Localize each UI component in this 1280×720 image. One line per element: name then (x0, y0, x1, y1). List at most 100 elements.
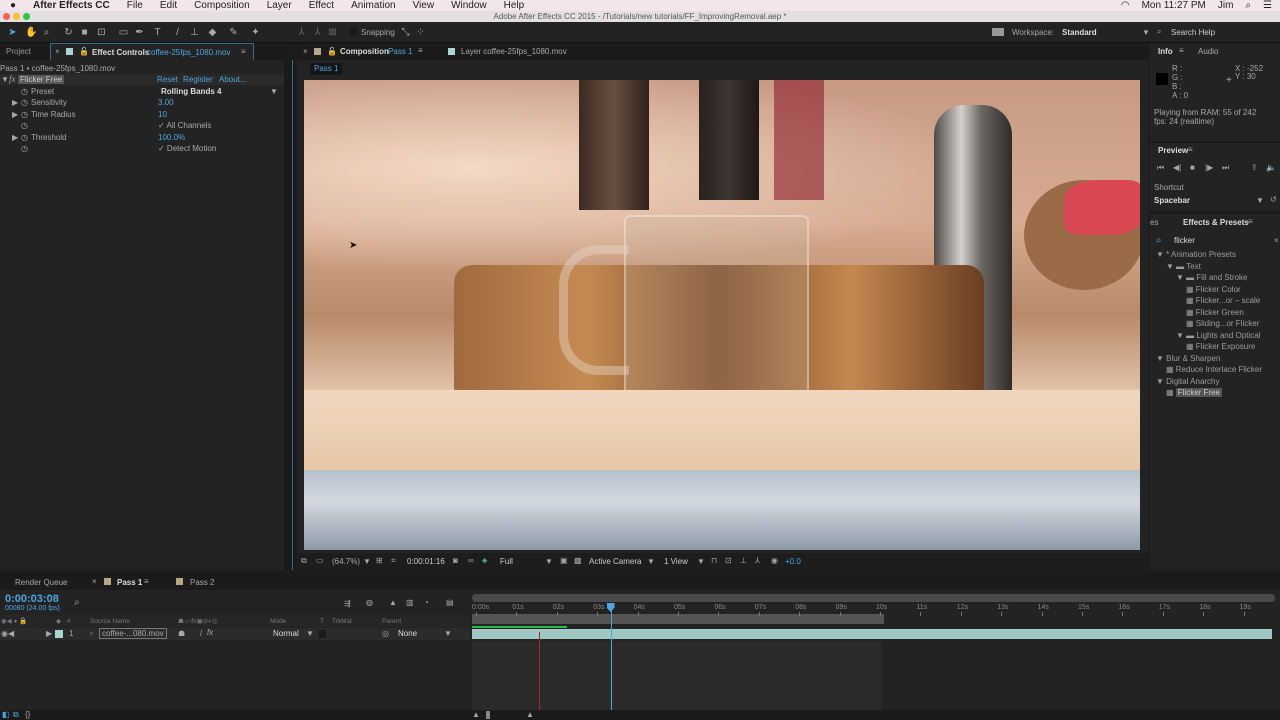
composition-frame[interactable]: ➤ (304, 80, 1140, 550)
close-tab-icon[interactable]: × (55, 47, 60, 56)
reset-link[interactable]: Reset (157, 74, 178, 85)
close-tab-icon[interactable]: × (92, 577, 97, 586)
stopwatch-icon[interactable]: ◷ (21, 97, 28, 108)
workspace-select[interactable]: Standard (1062, 28, 1097, 37)
mode-select[interactable]: Normal (273, 629, 299, 638)
layer-duration-bar[interactable] (472, 629, 1272, 639)
expand-icon[interactable]: ▶ (12, 97, 18, 108)
graph-editor-icon[interactable]: ▤ (446, 598, 454, 607)
brackets-icon[interactable]: {} (25, 710, 30, 719)
minimize-window-button[interactable] (13, 13, 20, 20)
chevron-down-icon[interactable]: ▼ (697, 557, 705, 566)
fast-previews-icon[interactable]: ⊡ (725, 556, 732, 565)
tab-composition[interactable]: Composition (340, 47, 389, 56)
detect-motion-checkbox[interactable]: ✓ Detect Motion (158, 143, 216, 154)
tab-info[interactable]: Info (1158, 47, 1173, 56)
puppet-tool-icon[interactable]: ✦ (250, 27, 261, 38)
panel-menu-icon[interactable]: ≡ (1248, 217, 1253, 226)
all-channels-checkbox[interactable]: ✓ All Channels (158, 120, 211, 131)
panel-menu-icon[interactable]: ≡ (241, 47, 246, 56)
folder-icon[interactable]: ▼ ▬ (1176, 331, 1196, 340)
label-color-icon[interactable] (55, 630, 63, 638)
clone-stamp-tool-icon[interactable]: ⊥ (189, 27, 200, 38)
chevron-down-icon[interactable]: ▼ (363, 557, 371, 566)
snapshot-icon[interactable]: ◙ (453, 556, 458, 565)
frame-blending-icon[interactable]: ▥ (406, 598, 414, 607)
shape-tool-icon[interactable]: ▭ (118, 27, 129, 38)
draft-3d-icon[interactable]: ◍ (366, 598, 373, 607)
camera-select[interactable]: Active Camera (589, 557, 641, 566)
menu-effect[interactable]: Effect (309, 0, 334, 11)
always-preview-icon[interactable]: ⧉ (301, 556, 307, 566)
stopwatch-icon[interactable]: ◷ (21, 86, 28, 97)
snapping-checkbox[interactable] (350, 27, 357, 36)
tab-layer[interactable]: Layer coffee-25fps_1080.mov (461, 47, 567, 56)
col-mode[interactable]: Mode (270, 618, 286, 625)
timeline-icon[interactable]: ⊥ (740, 556, 747, 565)
toggle-modes-icon[interactable]: ⧉ (13, 710, 19, 720)
zoom-window-button[interactable] (23, 13, 30, 20)
threshold-value[interactable]: 100.0% (158, 132, 185, 143)
snap-edges-icon[interactable]: ⤡ (400, 27, 411, 38)
tab-project[interactable]: Project (0, 43, 37, 60)
expand-layer-icon[interactable]: ▶ (46, 629, 52, 638)
panel-menu-icon[interactable]: ≡ (1179, 46, 1184, 55)
tab-audio[interactable]: Audio (1198, 47, 1218, 56)
effects-tree-item[interactable]: ▼ ▬ Fill and Stroke (1176, 272, 1248, 284)
effects-tree-item[interactable]: ▼ ▬ Text (1166, 261, 1201, 273)
mask-visibility-icon[interactable]: ⌗ (391, 556, 396, 566)
shy-layers-icon[interactable]: ▲ (389, 598, 397, 607)
chevron-down-icon[interactable]: ▼ (306, 629, 314, 638)
effects-search-input[interactable]: flicker (1174, 236, 1195, 245)
show-snapshot-icon[interactable]: ∞ (468, 556, 474, 565)
zoom-select[interactable]: (64.7%) (332, 557, 360, 566)
current-time[interactable]: 0:00:01:16 (407, 557, 445, 566)
axis-world-icon[interactable]: ⅄ (312, 27, 323, 38)
menu-window[interactable]: Window (451, 0, 487, 11)
view-layout-select[interactable]: 1 View (664, 557, 688, 566)
time-navigator[interactable] (472, 594, 1275, 602)
zoom-out-icon[interactable]: ▲ (472, 710, 480, 719)
effects-tree-item[interactable]: ▼ Blur & Sharpen (1156, 353, 1220, 365)
time-radius-value[interactable]: 10 (158, 109, 167, 120)
tab-effect-controls[interactable]: × 🔓 Effect Controls coffee-25fps_1080.mo… (50, 43, 254, 61)
chevron-down-icon[interactable]: ▼ (545, 557, 553, 566)
about-link[interactable]: About... (219, 74, 247, 85)
expand-icon[interactable]: ▶ (12, 109, 18, 120)
panel-menu-icon[interactable]: ≡ (418, 46, 423, 55)
stop-icon[interactable]: ■ (1190, 163, 1195, 172)
expand-icon[interactable]: ▶ (12, 132, 18, 143)
toggle-pixel-aspect-icon[interactable]: ⊓ (711, 556, 717, 565)
register-link[interactable]: Register (183, 74, 213, 85)
motion-blur-icon[interactable]: ◔ (424, 598, 429, 607)
brush-tool-icon[interactable]: / (172, 27, 183, 38)
region-of-interest-icon[interactable]: ▣ (560, 556, 568, 565)
search-icon[interactable]: ⌕ (74, 597, 80, 608)
timeline-timecode[interactable]: 0:00:03:08 (5, 593, 59, 605)
last-frame-icon[interactable]: ⏭ (1222, 163, 1229, 173)
menu-file[interactable]: File (127, 0, 143, 11)
visibility-icon[interactable]: ◉◀ (1, 629, 14, 638)
selection-tool-icon[interactable]: ➤ (7, 27, 18, 38)
stopwatch-icon[interactable]: ◷ (21, 120, 28, 131)
menu-animation[interactable]: Animation (351, 0, 395, 11)
axis-view-icon[interactable]: ⊠ (327, 27, 338, 38)
menu-composition[interactable]: Composition (194, 0, 250, 11)
effects-title[interactable]: Effects & Presets (1183, 218, 1249, 227)
workspace-icon[interactable] (992, 28, 1004, 36)
close-window-button[interactable] (3, 13, 10, 20)
chevron-down-icon[interactable]: ▼ (270, 86, 278, 97)
lock-icon[interactable]: 🔓 (79, 47, 89, 56)
sensitivity-value[interactable]: 3.00 (158, 97, 174, 108)
type-tool-icon[interactable]: T (152, 27, 163, 38)
zoom-in-icon[interactable]: ▲ (526, 710, 534, 719)
notifications-icon[interactable]: ☰ (1263, 0, 1272, 11)
scrollbar[interactable] (284, 60, 292, 570)
toggle-switches-icon[interactable]: ◧ (2, 710, 10, 719)
pickwhip-icon[interactable]: ◎ (382, 629, 389, 638)
effects-tree-item[interactable]: ▼ ▬ Lights and Optical (1176, 330, 1260, 342)
camera-tool-icon[interactable]: ■ (79, 27, 90, 38)
playhead-handle[interactable] (606, 603, 615, 612)
previous-frame-icon[interactable]: ◀| (1173, 163, 1181, 172)
parent-select[interactable]: None (398, 629, 417, 638)
